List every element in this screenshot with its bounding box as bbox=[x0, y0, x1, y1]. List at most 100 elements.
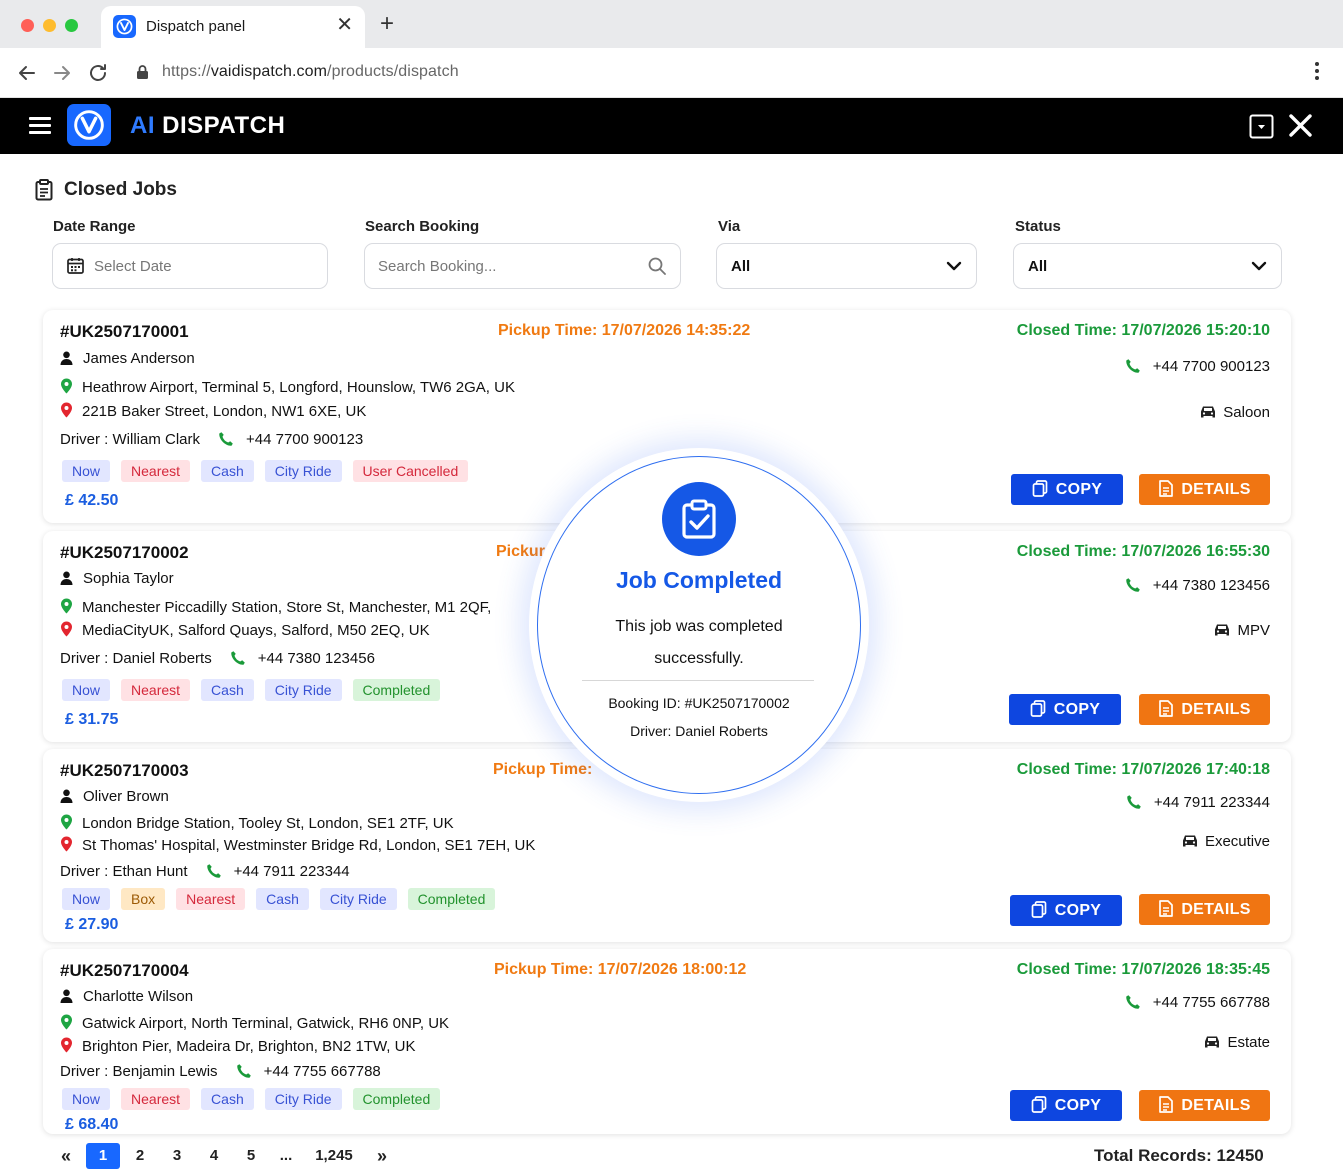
calendar-icon bbox=[67, 257, 84, 279]
phone-icon bbox=[206, 863, 222, 883]
copy-button[interactable]: COPY bbox=[1010, 1090, 1122, 1121]
close-icon[interactable] bbox=[1288, 113, 1313, 143]
new-tab-icon[interactable]: + bbox=[380, 12, 394, 36]
tag-cash: Cash bbox=[201, 679, 254, 701]
user-icon bbox=[60, 351, 73, 365]
copy-button[interactable]: COPY bbox=[1010, 895, 1122, 926]
customer-phone: +44 7911 223344 bbox=[1126, 794, 1270, 811]
job-tags: Now Nearest Cash City Ride Completed bbox=[62, 679, 451, 701]
window-maximize-dot[interactable] bbox=[65, 19, 78, 32]
back-arrow-icon[interactable] bbox=[15, 61, 39, 85]
phone-icon bbox=[1126, 578, 1140, 592]
pickup-address: Heathrow Airport, Terminal 5, Longford, … bbox=[60, 378, 515, 396]
tag-city-ride: City Ride bbox=[264, 679, 342, 701]
dropoff-pin-icon bbox=[61, 1037, 72, 1053]
chevron-down-icon bbox=[946, 259, 962, 278]
dropoff-address: MediaCityUK, Salford Quays, Salford, M50… bbox=[60, 621, 430, 639]
pagination-page[interactable]: 1 bbox=[86, 1143, 120, 1169]
phone-icon bbox=[1127, 795, 1141, 809]
search-placeholder: Search Booking... bbox=[378, 258, 497, 275]
job-price: £ 27.90 bbox=[65, 916, 119, 933]
dropoff-address: St Thomas' Hospital, Westminster Bridge … bbox=[60, 836, 535, 854]
vehicle-type: Saloon bbox=[1200, 404, 1270, 421]
pagination-page[interactable]: 3 bbox=[167, 1143, 187, 1169]
tag-city-ride: City Ride bbox=[264, 460, 342, 482]
tag-now: Now bbox=[62, 460, 111, 482]
tag-nearest: Nearest bbox=[121, 679, 191, 701]
favicon-icon bbox=[113, 15, 136, 38]
popup-title: Job Completed bbox=[615, 567, 783, 593]
tag-completed: Completed bbox=[352, 1088, 441, 1110]
url-field[interactable]: https://vaidispatch.com/products/dispatc… bbox=[162, 63, 459, 81]
search-icon[interactable] bbox=[648, 257, 666, 280]
tag-cash: Cash bbox=[201, 1088, 254, 1110]
clipboard-icon bbox=[35, 179, 53, 201]
user-icon bbox=[60, 571, 73, 585]
user-icon bbox=[60, 789, 73, 803]
app-logo bbox=[67, 104, 111, 146]
tag-user-cancelled: User Cancelled bbox=[352, 460, 469, 482]
tab-close-icon[interactable]: ✕ bbox=[336, 15, 353, 35]
via-select[interactable]: All bbox=[716, 243, 977, 289]
car-icon bbox=[1205, 1036, 1220, 1048]
window-close-dot[interactable] bbox=[21, 19, 34, 32]
pickup-time: Pickup Time: bbox=[493, 761, 593, 778]
car-icon bbox=[1215, 624, 1230, 636]
reload-icon[interactable] bbox=[86, 61, 110, 85]
copy-button[interactable]: COPY bbox=[1009, 694, 1121, 725]
tab-title: Dispatch panel bbox=[146, 18, 246, 35]
copy-icon bbox=[1030, 700, 1046, 717]
customer-phone: +44 7700 900123 bbox=[1125, 358, 1270, 375]
window-minimize-dot[interactable] bbox=[43, 19, 56, 32]
pagination-last[interactable]: » bbox=[372, 1143, 392, 1169]
tag-completed: Completed bbox=[352, 679, 441, 701]
driver-info: Driver : Daniel Roberts +44 7380 123456 bbox=[60, 650, 375, 670]
dropoff-pin-icon bbox=[61, 402, 72, 418]
closed-time: Closed Time: 17/07/2026 17:40:18 bbox=[1016, 761, 1270, 778]
closed-time: Closed Time: 17/07/2026 16:55:30 bbox=[1016, 543, 1270, 560]
car-icon bbox=[1182, 835, 1197, 847]
search-booking-input[interactable]: Search Booking... bbox=[364, 243, 681, 289]
tag-city-ride: City Ride bbox=[264, 1088, 342, 1110]
total-records: Total Records: 12450 bbox=[1094, 1146, 1264, 1165]
clipboard-check-icon bbox=[662, 482, 736, 556]
pickup-pin-icon bbox=[61, 598, 72, 614]
dropdown-box-icon[interactable] bbox=[1249, 114, 1274, 144]
details-button[interactable]: DETAILS bbox=[1139, 1090, 1270, 1121]
phone-icon bbox=[230, 650, 246, 670]
date-range-field[interactable]: Select Date bbox=[52, 243, 328, 289]
document-icon bbox=[1159, 900, 1174, 917]
status-label: Status bbox=[1015, 218, 1061, 235]
pickup-time: Pickup Time: 17/07/2026 18:00:12 bbox=[494, 961, 747, 978]
document-icon bbox=[1159, 480, 1174, 497]
driver-info: Driver : William Clark +44 7700 900123 bbox=[60, 431, 363, 451]
copy-button[interactable]: COPY bbox=[1011, 474, 1123, 505]
pagination-page[interactable]: 2 bbox=[130, 1143, 150, 1169]
browser-tab[interactable]: Dispatch panel ✕ bbox=[101, 6, 365, 48]
details-button[interactable]: DETAILS bbox=[1139, 694, 1270, 725]
browser-menu-icon[interactable] bbox=[1315, 62, 1319, 83]
hamburger-menu-icon[interactable] bbox=[29, 117, 51, 135]
address-bar: https://vaidispatch.com/products/dispatc… bbox=[0, 48, 1343, 98]
popup-divider bbox=[582, 680, 814, 681]
pagination-page[interactable]: 1,245 bbox=[311, 1143, 357, 1169]
pagination-page[interactable]: 4 bbox=[204, 1143, 224, 1169]
details-button[interactable]: DETAILS bbox=[1139, 474, 1270, 505]
phone-icon bbox=[1126, 995, 1140, 1009]
tag-now: Now bbox=[62, 888, 111, 910]
job-price: £ 68.40 bbox=[65, 1116, 119, 1133]
phone-icon bbox=[236, 1063, 252, 1083]
forward-arrow-icon[interactable] bbox=[50, 61, 74, 85]
details-button[interactable]: DETAILS bbox=[1139, 894, 1270, 925]
job-tags: Now Box Nearest Cash City Ride Completed bbox=[62, 888, 506, 910]
pagination-page[interactable]: 5 bbox=[241, 1143, 261, 1169]
document-icon bbox=[1159, 1096, 1174, 1113]
status-select[interactable]: All bbox=[1013, 243, 1282, 289]
tag-cash: Cash bbox=[201, 460, 254, 482]
pagination-first[interactable]: « bbox=[56, 1143, 76, 1169]
job-id: #UK2507170004 bbox=[60, 961, 189, 980]
customer-phone: +44 7755 667788 bbox=[1125, 994, 1270, 1011]
phone-icon bbox=[1126, 359, 1140, 373]
job-price: £ 42.50 bbox=[65, 492, 119, 509]
closed-time: Closed Time: 17/07/2026 15:20:10 bbox=[1016, 322, 1270, 339]
